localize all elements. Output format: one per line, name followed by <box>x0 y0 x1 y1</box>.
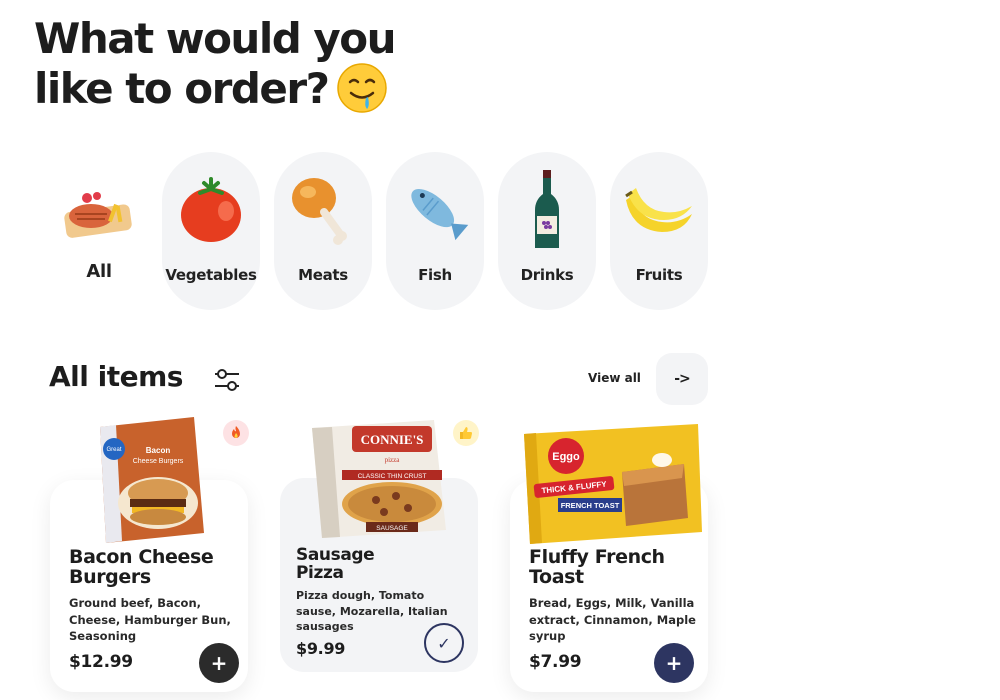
category-all[interactable]: All <box>50 152 148 310</box>
box-brand-text: CONNIE'S <box>361 432 424 447</box>
box-product-text: Bacon <box>146 446 171 455</box>
box-brand-text: Great <box>106 447 121 453</box>
filter-sliders-icon[interactable] <box>212 366 242 394</box>
category-vegetables[interactable]: Vegetables <box>162 152 260 310</box>
add-to-cart-button[interactable]: + <box>199 643 239 683</box>
item-title: Bacon Cheese Burgers <box>69 546 214 588</box>
title-line-2: like to order? <box>34 64 330 113</box>
category-label: Vegetables <box>165 266 257 284</box>
category-label: Meats <box>298 266 348 284</box>
item-price: $9.99 <box>296 639 346 658</box>
fish-icon <box>395 170 475 250</box>
plus-icon: + <box>665 651 683 675</box>
view-all-link[interactable]: View all <box>588 371 641 385</box>
box-product-text: FRENCH TOAST <box>561 501 620 510</box>
box-brand-text: Eggo <box>552 451 580 463</box>
category-label: Fish <box>418 266 452 284</box>
drooling-face-icon <box>336 62 388 114</box>
fire-icon <box>223 420 249 446</box>
view-all-arrow-button[interactable]: -> <box>656 353 708 405</box>
category-fish[interactable]: Fish <box>386 152 484 310</box>
added-to-cart-button[interactable]: ✓ <box>424 623 464 663</box>
checkmark-icon: ✓ <box>437 633 451 653</box>
steak-plate-icon <box>59 170 139 250</box>
banana-icon <box>619 170 699 250</box>
fluffy-french-toast-image: Eggo THICK & FLUFFY FRENCH TOAST <box>522 422 704 546</box>
category-meats[interactable]: Meats <box>274 152 372 310</box>
add-to-cart-button[interactable]: + <box>654 643 694 683</box>
item-description: Bread, Eggs, Milk, Vanilla extract, Cinna… <box>529 596 696 643</box>
bacon-cheese-burgers-image: Great Bacon Cheese Burgers <box>96 415 208 545</box>
category-label: Fruits <box>635 266 683 284</box>
plus-icon: + <box>210 651 228 675</box>
tomato-icon <box>171 170 251 250</box>
wine-bottle-icon <box>507 170 587 250</box>
item-title: Fluffy French Toast <box>529 546 665 588</box>
category-label: Drinks <box>520 266 574 284</box>
category-drinks[interactable]: Drinks <box>498 152 596 310</box>
sausage-pizza-image: CONNIE'S pizza CLASSIC THIN CRUST SAUSAG… <box>310 418 448 540</box>
chicken-leg-icon <box>283 170 363 250</box>
box-flavor-text: SAUSAGE <box>376 525 408 532</box>
box-product-subtext: Cheese Burgers <box>133 458 184 465</box>
item-description: Ground beef, Bacon, Cheese, Hamburger Bun… <box>69 596 231 643</box>
category-fruits[interactable]: Fruits <box>610 152 708 310</box>
arrow-right-icon: -> <box>674 371 691 387</box>
category-label: All <box>86 261 112 282</box>
item-price: $12.99 <box>69 652 133 672</box>
section-title: All items <box>49 360 183 393</box>
category-list: All Vegetables Meats Fish Drinks Fruits <box>50 152 708 310</box>
item-price: $7.99 <box>529 652 582 672</box>
page-title: What would you like to order? <box>34 14 397 118</box>
item-description: Pizza dough, Tomato sause, Mozarella, Ita… <box>296 589 448 633</box>
box-brand-subtext: pizza <box>385 456 401 464</box>
item-title: Sausage Pizza <box>296 545 375 583</box>
thumbs-up-icon <box>453 420 479 446</box>
box-style-text: CLASSIC THIN CRUST <box>358 473 427 480</box>
title-line-1: What would you <box>34 14 397 63</box>
